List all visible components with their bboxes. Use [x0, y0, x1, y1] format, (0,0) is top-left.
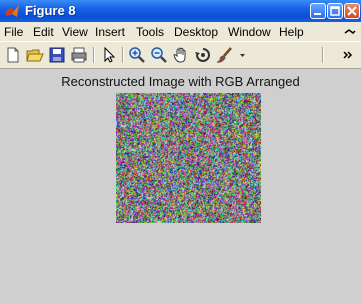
menu-overflow-icon[interactable] [344, 27, 356, 37]
zoom-out-icon[interactable] [150, 46, 168, 64]
pan-hand-icon[interactable] [172, 46, 190, 64]
menu-tools[interactable]: Tools [136, 25, 164, 39]
menu-window[interactable]: Window [228, 25, 271, 39]
rotate-3d-icon[interactable] [194, 46, 212, 64]
save-icon[interactable] [48, 46, 66, 64]
matlab-logo-icon [5, 5, 19, 17]
toolbar-separator [122, 47, 124, 63]
reconstructed-image [116, 93, 261, 223]
window-titlebar[interactable]: Figure 8 [0, 0, 361, 23]
menu-insert[interactable]: Insert [95, 25, 125, 39]
overflow-chevron-icon[interactable] [340, 46, 358, 64]
menu-desktop[interactable]: Desktop [174, 25, 218, 39]
zoom-in-icon[interactable] [128, 46, 146, 64]
toolbar-separator [93, 47, 95, 63]
close-button[interactable] [344, 3, 360, 19]
maximize-icon [330, 6, 340, 16]
menubar: File Edit View Insert Tools Desktop Wind… [0, 22, 361, 42]
toolbar [0, 42, 361, 69]
select-arrow-icon[interactable] [100, 46, 118, 64]
close-icon [347, 6, 357, 16]
dropdown-arrow-icon[interactable] [236, 46, 254, 64]
minimize-button[interactable] [310, 3, 326, 19]
brush-icon[interactable] [216, 46, 234, 64]
maximize-button[interactable] [327, 3, 343, 19]
plot-title: Reconstructed Image with RGB Arranged [61, 74, 300, 89]
new-file-icon[interactable] [4, 46, 22, 64]
minimize-icon [314, 13, 321, 15]
open-folder-icon[interactable] [26, 46, 44, 64]
menu-help[interactable]: Help [279, 25, 304, 39]
menu-file[interactable]: File [4, 25, 23, 39]
menu-view[interactable]: View [62, 25, 88, 39]
menu-edit[interactable]: Edit [33, 25, 54, 39]
print-icon[interactable] [70, 46, 88, 64]
window-title: Figure 8 [25, 3, 76, 18]
toolbar-separator [322, 47, 324, 63]
